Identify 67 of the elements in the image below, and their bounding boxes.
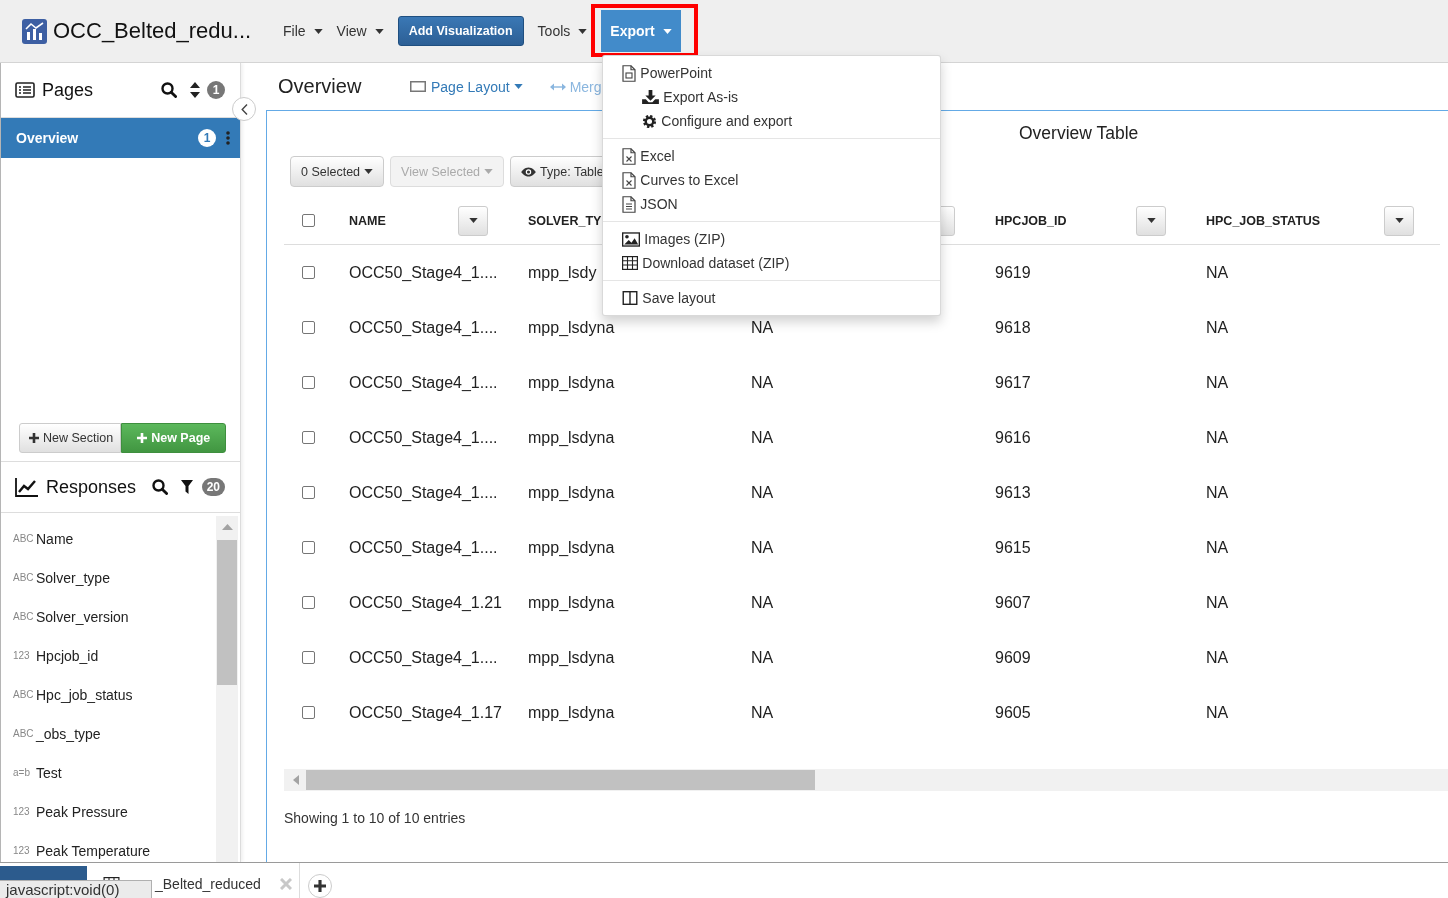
- data-type-label: 123: [13, 650, 31, 661]
- column-header: HPCJOB_ID: [995, 213, 1067, 228]
- entries-info: Showing 1 to 10 of 10 entries: [284, 810, 466, 826]
- table-cell: NA: [751, 483, 774, 502]
- table-cell: OCC50_Stage4_1....: [349, 648, 498, 667]
- table-cell: OCC50_Stage4_1....: [349, 428, 498, 447]
- data-type-label: ABC: [13, 689, 35, 700]
- panel-title: Pages: [42, 79, 94, 101]
- table-cell: NA: [751, 318, 774, 337]
- table-cell: mpp_lsdy: [528, 263, 597, 282]
- table-cell: mpp_lsdyna: [528, 648, 615, 667]
- table-cell: 9615: [995, 538, 1031, 557]
- count-badge: 1: [198, 129, 216, 147]
- table-cell: NA: [1206, 373, 1229, 392]
- data-type-label: 123: [13, 845, 31, 856]
- data-type-label: ABC: [13, 533, 35, 544]
- table-cell: OCC50_Stage4_1....: [349, 263, 498, 282]
- data-type-label: ABC: [13, 611, 35, 622]
- count-badge: 1: [207, 81, 225, 99]
- panel-title: Overview Table: [1019, 123, 1139, 144]
- table-cell: mpp_lsdyna: [528, 373, 615, 392]
- table-cell: NA: [1206, 263, 1229, 282]
- table-cell: mpp_lsdyna: [528, 318, 615, 337]
- table-cell: 9619: [995, 263, 1031, 282]
- table-cell: OCC50_Stage4_1....: [349, 538, 498, 557]
- table-cell: NA: [1206, 318, 1229, 337]
- column-header: SOLVER_TY: [528, 213, 602, 228]
- table-cell: 9607: [995, 593, 1031, 612]
- table-cell: NA: [1206, 648, 1229, 667]
- data-type-label: ABC: [13, 728, 35, 739]
- table-cell: OCC50_Stage4_1....: [349, 483, 498, 502]
- table-cell: OCC50_Stage4_1....: [349, 318, 498, 337]
- status-tooltip: javascript:void(0): [0, 880, 152, 898]
- table-cell: 9605: [995, 703, 1031, 722]
- table-cell: NA: [751, 703, 774, 722]
- table-cell: OCC50_Stage4_1....: [349, 373, 498, 392]
- page-title: Overview: [278, 75, 363, 98]
- panel-title: Responses: [46, 476, 137, 498]
- table-cell: OCC50_Stage4_1.17: [349, 703, 502, 722]
- table-cell: NA: [1206, 428, 1229, 447]
- table-cell: 9616: [995, 428, 1031, 447]
- data-type-label: a=b: [13, 767, 31, 778]
- table-cell: NA: [751, 373, 774, 392]
- table-cell: NA: [751, 428, 774, 447]
- table-cell: NA: [751, 593, 774, 612]
- table-cell: 9618: [995, 318, 1031, 337]
- table-cell: OCC50_Stage4_1.21: [349, 593, 502, 612]
- table-cell: NA: [1206, 703, 1229, 722]
- table-cell: NA: [751, 538, 774, 557]
- table-cell: mpp_lsdyna: [528, 703, 615, 722]
- table-cell: mpp_lsdyna: [528, 593, 615, 612]
- table-cell: mpp_lsdyna: [528, 428, 615, 447]
- data-type-label: 123: [13, 806, 31, 817]
- data-type-label: ABC: [13, 572, 35, 583]
- table-cell: 9617: [995, 373, 1031, 392]
- table-cell: 9613: [995, 483, 1031, 502]
- table-cell: NA: [1206, 538, 1229, 557]
- app-title: OCC_Belted_redu...: [53, 18, 253, 44]
- table-cell: NA: [1206, 593, 1229, 612]
- column-header: HPC_JOB_STATUS: [1206, 213, 1321, 228]
- table-cell: mpp_lsdyna: [528, 483, 615, 502]
- table-cell: NA: [751, 648, 774, 667]
- table-cell: 9609: [995, 648, 1031, 667]
- table-cell: NA: [1206, 483, 1229, 502]
- count-badge: 20: [201, 478, 225, 496]
- table-cell: mpp_lsdyna: [528, 538, 615, 557]
- column-header: NAME: [349, 213, 386, 228]
